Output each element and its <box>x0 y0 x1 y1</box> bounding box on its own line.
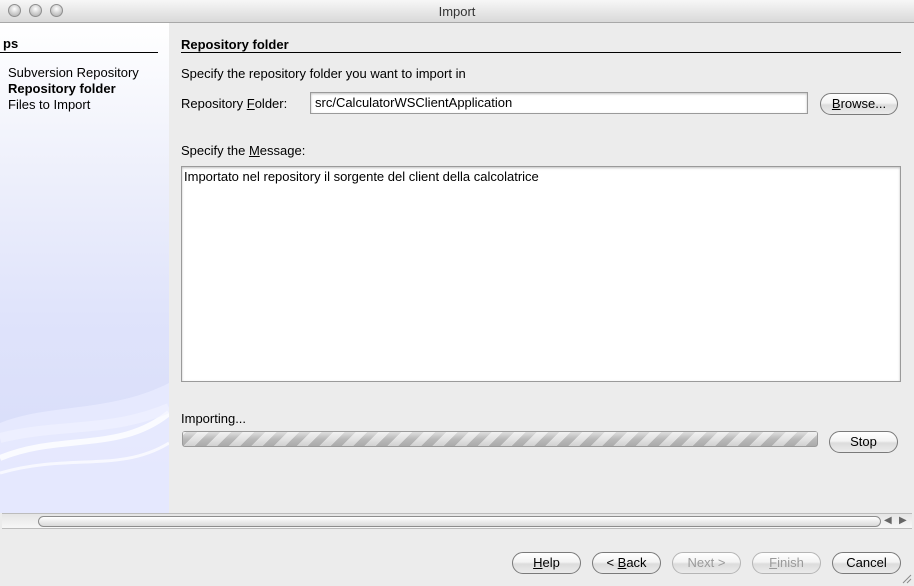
section-divider <box>181 52 901 53</box>
message-label: Specify the Message: <box>181 143 306 158</box>
repository-folder-label: Repository Folder: <box>181 96 288 111</box>
import-progress-bar <box>182 431 818 447</box>
message-textarea[interactable]: Importato nel repository il sorgente del… <box>181 166 901 382</box>
step-subversion-repository: Subversion Repository <box>8 65 139 80</box>
repository-folder-input[interactable]: src/CalculatorWSClientApplication <box>310 92 808 114</box>
steps-divider <box>0 52 158 53</box>
step-repository-folder: Repository folder <box>8 81 116 96</box>
step-files-to-import: Files to Import <box>8 97 91 112</box>
next-button[interactable]: Next > <box>672 552 741 574</box>
window-title: Import <box>438 4 476 19</box>
horizontal-scrollbar[interactable]: ◀ ▶ <box>2 513 912 529</box>
stop-button[interactable]: Stop <box>829 431 898 453</box>
steps-panel: ps Subversion Repository Repository fold… <box>0 23 169 513</box>
scroll-right-icon[interactable]: ▶ <box>899 515 907 526</box>
steps-title: ps <box>3 36 19 51</box>
instruction-text: Specify the repository folder you want t… <box>181 66 466 81</box>
finish-button[interactable]: Finish <box>752 552 821 574</box>
back-button[interactable]: < Back <box>592 552 661 574</box>
scrollbar-thumb[interactable] <box>38 516 881 527</box>
section-title: Repository folder <box>181 37 289 52</box>
browse-button[interactable]: Browse... <box>820 93 898 115</box>
window-titlebar: Import <box>0 0 914 23</box>
progress-label: Importing... <box>181 411 247 426</box>
resize-grip-icon[interactable] <box>900 572 912 584</box>
cancel-button[interactable]: Cancel <box>832 552 901 574</box>
scroll-left-icon[interactable]: ◀ <box>884 515 892 526</box>
decorative-wave-graphic <box>0 383 169 513</box>
help-button[interactable]: Help <box>512 552 581 574</box>
